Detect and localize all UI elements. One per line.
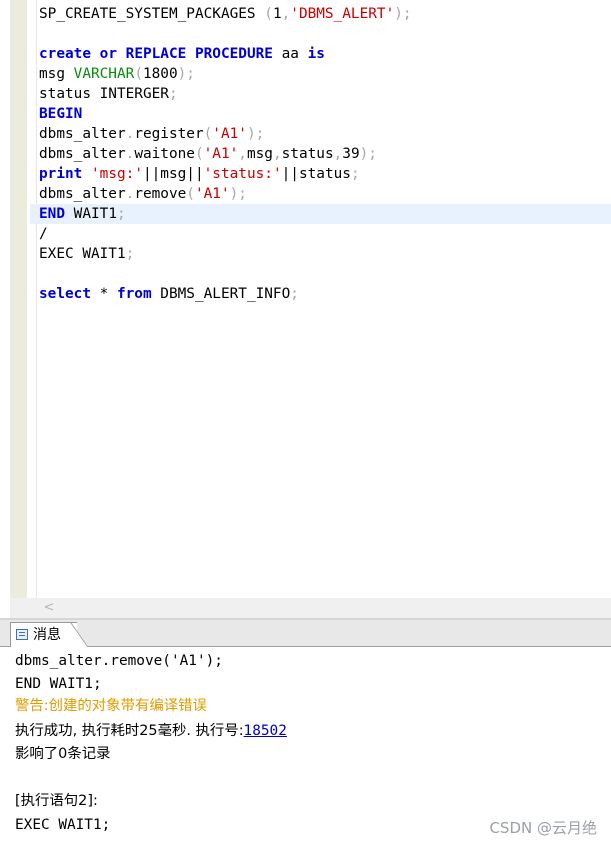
code-line-8: print 'msg:'||msg||'status:'||status; (39, 166, 360, 182)
scroll-left-arrow-icon[interactable]: < (42, 598, 56, 618)
statement-header: [执行语句2]: (15, 793, 98, 809)
code-line-13: select * from DBMS_ALERT_INFO; (39, 286, 299, 302)
message-line: dbms_alter.remove('A1'); (15, 653, 223, 669)
code-line-12: EXEC WAIT1; (39, 246, 135, 262)
code-line-5: BEGIN (39, 106, 83, 122)
code-line-2: create or REPLACE PROCEDURE aa is (39, 46, 325, 62)
code-line-11: / (39, 226, 48, 242)
sql-editor[interactable]: SP_CREATE_SYSTEM_PACKAGES (1,'DBMS_ALERT… (0, 0, 611, 598)
rows-affected-message: 影响了0条记录 (15, 746, 111, 762)
code-line-10-current: END WAIT1; (30, 204, 611, 224)
code-line-7: dbms_alter.waitone('A1',msg,status,39); (39, 146, 377, 162)
code-line-4: status INTERGER; (39, 86, 178, 102)
success-message: 执行成功, 执行耗时25毫秒. 执行号:18502 (15, 720, 287, 742)
execution-id-link[interactable]: 18502 (244, 723, 287, 739)
horizontal-scrollbar[interactable]: < (10, 598, 611, 618)
message-line: EXEC WAIT1; (15, 817, 111, 833)
editor-gutter (10, 0, 27, 598)
watermark: CSDN @云月绝 (489, 819, 597, 837)
code-line-6: dbms_alter.register('A1'); (39, 126, 265, 142)
code-line-9: dbms_alter.remove('A1'); (39, 186, 247, 202)
message-line: END WAIT1; (15, 676, 102, 692)
tab-messages-label: 消息 (33, 627, 61, 643)
tab-messages[interactable]: 消息 (10, 622, 77, 647)
message-list-icon (16, 629, 28, 640)
result-tab-bar: 消息 (0, 620, 611, 647)
code-line-1: SP_CREATE_SYSTEM_PACKAGES (1,'DBMS_ALERT… (39, 6, 412, 22)
success-text: 执行成功, 执行耗时25毫秒. 执行号: (15, 723, 244, 739)
warning-message: 警告:创建的对象带有编译错误 (15, 698, 207, 714)
code-line-3: msg VARCHAR(1800); (39, 66, 195, 82)
gutter-divider (36, 0, 37, 598)
